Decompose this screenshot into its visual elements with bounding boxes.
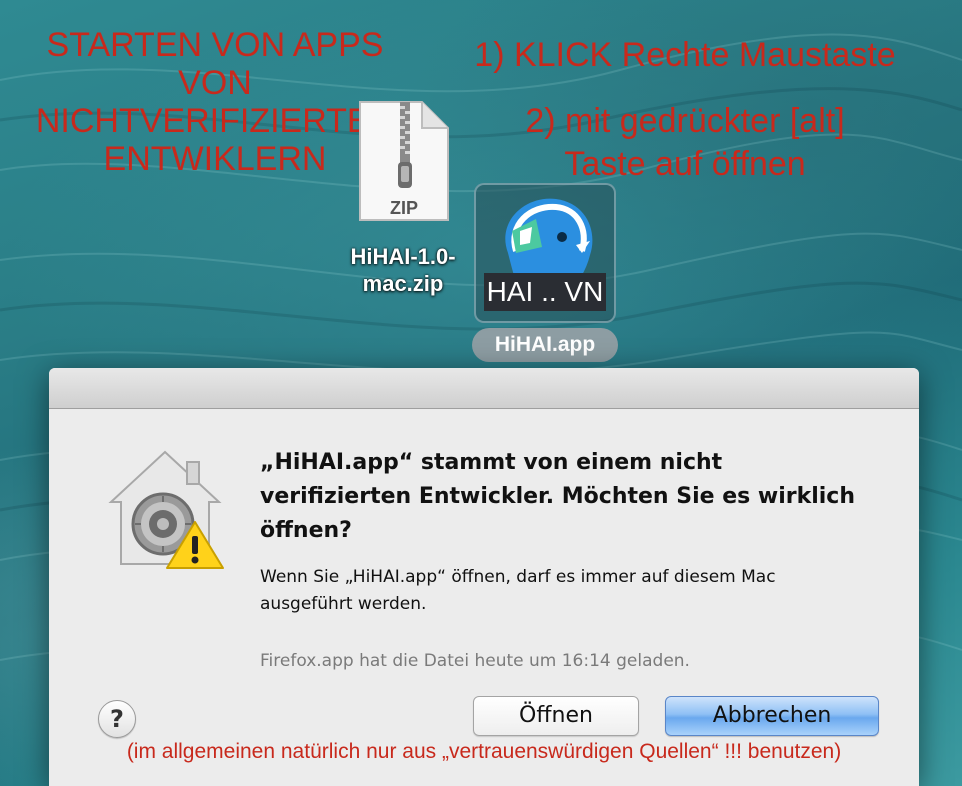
zip-file-icon[interactable]: ZIP (356, 100, 452, 224)
dialog-titlebar[interactable] (49, 368, 919, 409)
zip-badge-text: ZIP (390, 198, 418, 218)
app-icon-overlay-text: HAI .. VN (484, 273, 606, 311)
annotation-step-1: 1) KLICK Rechte Maustaste (474, 36, 896, 74)
hihai-app-tile[interactable]: HAI .. VN (474, 183, 616, 323)
annotation-footnote: (im allgemeinen natürlich nur aus „vertr… (126, 740, 842, 763)
open-button[interactable]: Öffnen (473, 696, 639, 736)
annotation-step-2: 2) mit gedrückter [alt] Taste auf öffnen (525, 102, 845, 183)
cancel-button[interactable]: Abbrechen (665, 696, 879, 736)
gatekeeper-dialog: „HiHAI.app“ stammt von einem nicht verif… (49, 368, 919, 786)
zip-file-label[interactable]: HiHAI-1.0- mac.zip (318, 244, 488, 298)
hihai-app-label[interactable]: HiHAI.app (472, 328, 618, 362)
gatekeeper-warning-icon (108, 450, 224, 569)
dialog-heading: „HiHAI.app“ stammt von einem nicht verif… (260, 450, 856, 543)
download-source-info: Firefox.app hat die Datei heute um 16:14… (260, 651, 690, 671)
help-button[interactable]: ? (98, 700, 136, 738)
dialog-message: Wenn Sie „HiHAI.app“ öffnen, darf es imm… (260, 567, 776, 614)
